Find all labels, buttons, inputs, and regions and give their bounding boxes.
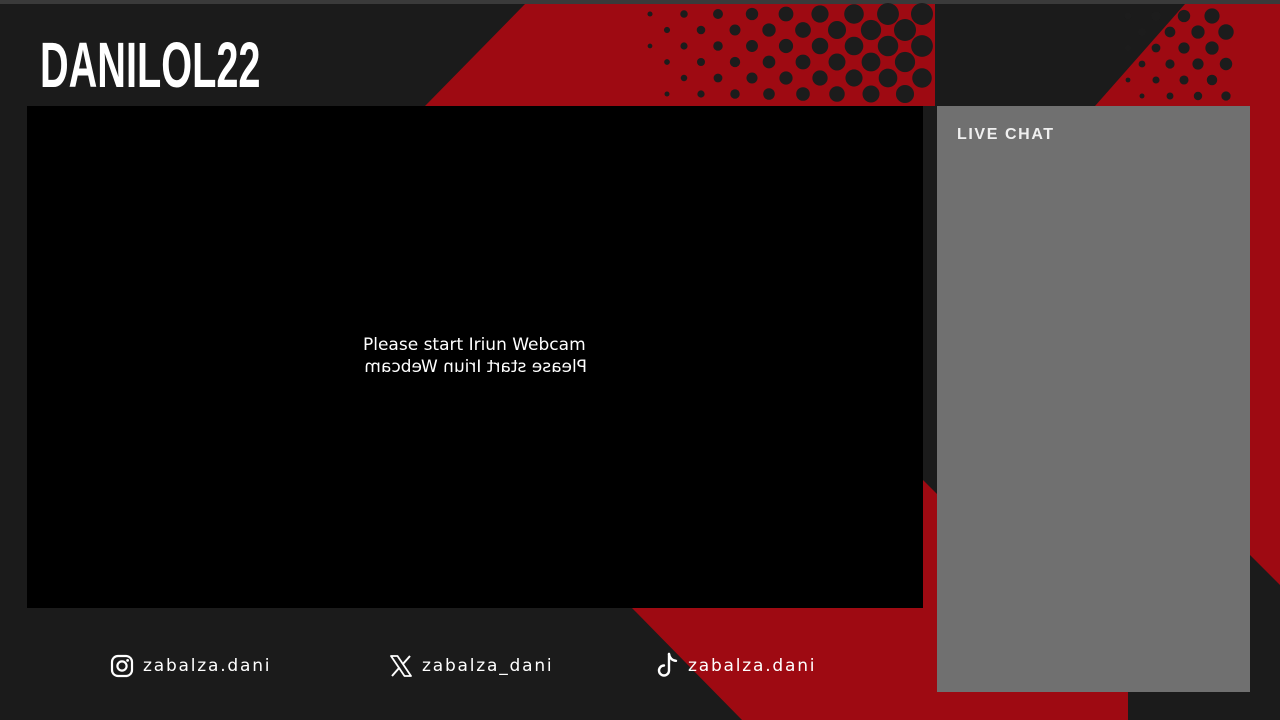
halftone-dot xyxy=(862,85,880,103)
halftone-dot xyxy=(877,3,899,25)
halftone-dot xyxy=(811,37,829,55)
halftone-dot xyxy=(1165,59,1175,69)
halftone-dot xyxy=(1138,60,1146,68)
halftone-dot xyxy=(828,53,846,71)
halftone-dot xyxy=(844,36,864,56)
webcam-message: Please start Iriun Webcam Please start I… xyxy=(363,334,593,378)
halftone-dot xyxy=(762,23,776,37)
halftone-dot xyxy=(877,35,899,57)
halftone-dot xyxy=(729,56,741,68)
tiktok-icon xyxy=(655,652,679,678)
tiktok-handle: zabalza.dani xyxy=(688,656,817,676)
halftone-dot xyxy=(664,59,670,65)
halftone-dot xyxy=(895,84,915,104)
halftone-dot xyxy=(1193,91,1203,101)
halftone-dot xyxy=(1152,76,1160,84)
x-handle: zabalza_dani xyxy=(422,656,554,676)
halftone-dot xyxy=(912,68,932,88)
halftone-dot xyxy=(911,35,933,57)
webcam-message-mirrored: Please start Iriun Webcam xyxy=(364,357,587,377)
halftone-dot xyxy=(779,71,793,85)
halftone-dot xyxy=(1125,77,1131,83)
halftone-dot xyxy=(1124,12,1132,20)
live-chat-panel: LIVE CHAT xyxy=(937,106,1250,692)
halftone-dot xyxy=(746,40,758,52)
halftone-dot xyxy=(878,68,898,88)
halftone-dot xyxy=(911,3,933,25)
halftone-dot xyxy=(1124,44,1132,52)
instagram-icon xyxy=(110,654,134,678)
halftone-dot xyxy=(647,11,653,17)
social-x[interactable]: zabalza_dani xyxy=(389,652,553,680)
x-icon xyxy=(389,654,413,678)
channel-name: DANILOL22 xyxy=(40,29,261,101)
halftone-dot xyxy=(845,69,863,87)
halftone-dot xyxy=(861,52,881,72)
halftone-dot xyxy=(663,26,671,34)
halftone-dot xyxy=(664,91,670,97)
social-instagram[interactable]: zabalza.dani xyxy=(110,652,271,680)
halftone-dot xyxy=(1191,25,1205,39)
social-tiktok[interactable]: zabalza.dani xyxy=(655,652,816,680)
halftone-dot xyxy=(647,43,653,49)
halftone-dot xyxy=(746,72,758,84)
halftone-dot xyxy=(763,88,775,100)
halftone-dot xyxy=(1164,26,1176,38)
webcam-message-text: Please start Iriun Webcam xyxy=(363,335,586,355)
halftone-dot xyxy=(1177,9,1191,23)
stream-overlay: DANILOL22 Please start Iriun Webcam Plea… xyxy=(0,0,1280,720)
halftone-dot xyxy=(730,89,740,99)
halftone-dot xyxy=(844,4,864,24)
halftone-dot xyxy=(829,86,845,102)
halftone-dot xyxy=(1151,11,1161,21)
red-band-right xyxy=(1250,106,1280,585)
halftone-dot xyxy=(812,70,828,86)
webcam-panel: Please start Iriun Webcam Please start I… xyxy=(27,106,923,608)
halftone-dot xyxy=(680,42,688,50)
live-chat-title: LIVE CHAT xyxy=(957,126,1055,143)
halftone-dot xyxy=(827,20,847,40)
instagram-handle: zabalza.dani xyxy=(143,656,272,676)
halftone-dot xyxy=(1219,57,1233,71)
halftone-dot xyxy=(1166,92,1174,100)
halftone-dot xyxy=(860,19,882,41)
halftone-dot xyxy=(795,22,811,38)
halftone-dot xyxy=(1206,74,1218,86)
halftone-dot xyxy=(1138,28,1146,36)
halftone-dot xyxy=(894,19,916,41)
halftone-dot xyxy=(745,7,759,21)
halftone-dot xyxy=(1192,58,1204,70)
halftone-dot xyxy=(680,10,688,18)
halftone-dot xyxy=(713,41,723,51)
halftone-dot xyxy=(778,38,794,54)
halftone-dot xyxy=(795,54,811,70)
halftone-dot xyxy=(894,51,916,73)
halftone-dot xyxy=(713,9,723,19)
halftone-dot xyxy=(1221,91,1231,101)
halftone-dot xyxy=(1204,8,1220,24)
halftone-dot xyxy=(697,90,705,98)
halftone-dot xyxy=(1151,43,1161,53)
halftone-dot xyxy=(811,5,829,23)
halftone-dot xyxy=(1139,93,1145,99)
halftone-dot xyxy=(680,74,688,82)
halftone-dot xyxy=(762,55,776,69)
halftone-dot xyxy=(796,87,810,101)
halftone-dot xyxy=(696,25,706,35)
halftone-dot xyxy=(1179,75,1189,85)
halftone-dot xyxy=(1205,41,1219,55)
halftone-dot xyxy=(713,73,723,83)
halftone-dot xyxy=(696,57,706,67)
halftone-dot xyxy=(1218,24,1234,40)
halftone-dot xyxy=(1178,42,1190,54)
halftone-dot xyxy=(778,6,794,22)
halftone-dot xyxy=(729,24,741,36)
